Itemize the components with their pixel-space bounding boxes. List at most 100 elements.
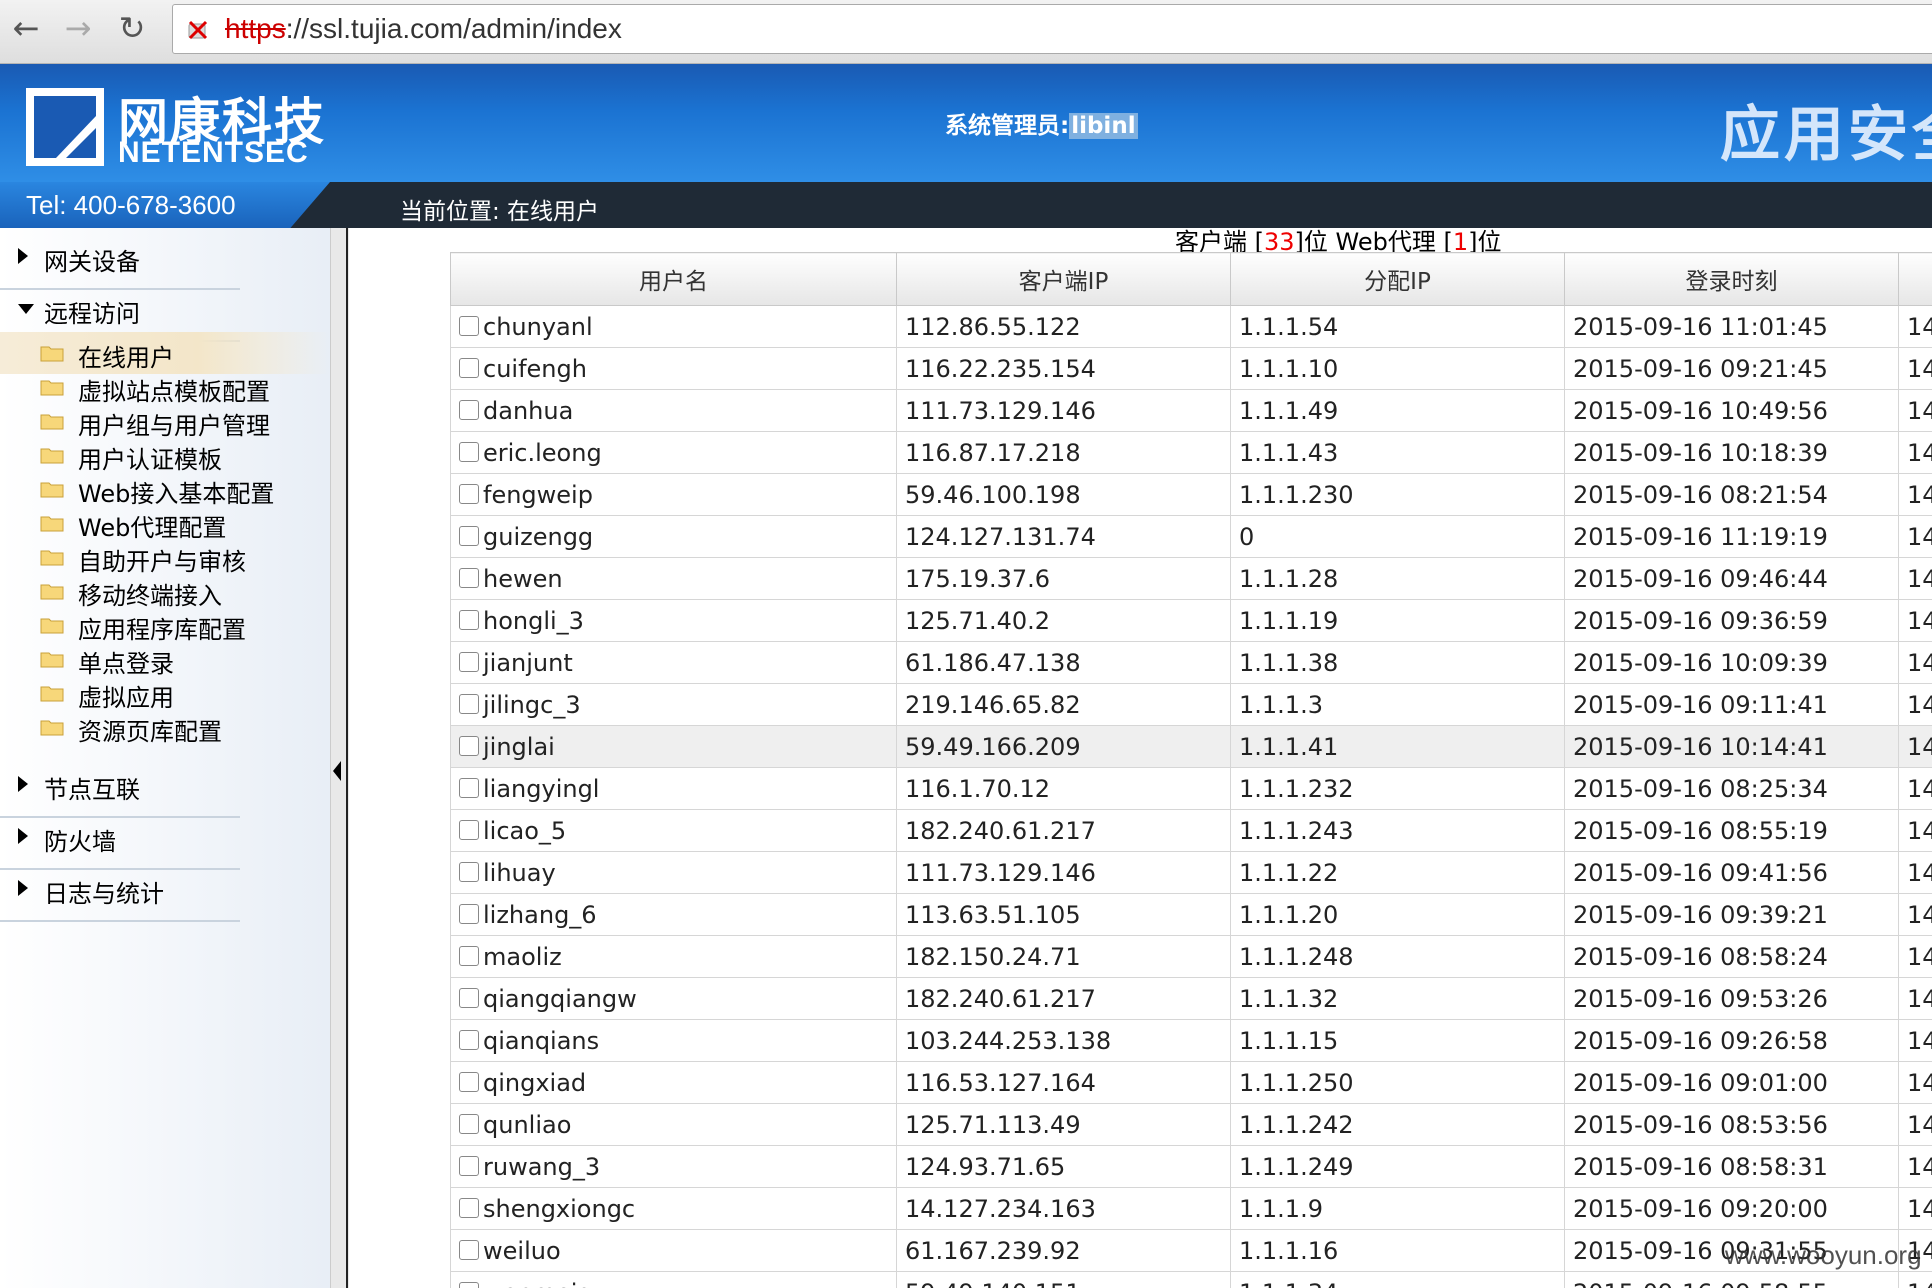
username-text: danhua [483, 396, 574, 425]
row-checkbox[interactable] [459, 609, 479, 630]
cell-extra: 142 [1898, 851, 1932, 894]
cell-client-ip: 59.46.100.198 [896, 473, 1231, 516]
back-arrow-icon[interactable]: ← [6, 8, 46, 48]
row-checkbox[interactable] [459, 1029, 479, 1050]
column-header-login-time[interactable]: 登录时刻 [1564, 252, 1899, 306]
row-checkbox[interactable] [459, 903, 479, 924]
table-row[interactable]: weiluo 61.167.239.92 1.1.1.16 2015-09-16 09… [450, 1229, 1932, 1272]
cell-login-time: 2015-09-16 10:49:56 [1564, 389, 1899, 432]
cell-extra: 142 [1898, 1187, 1932, 1230]
forward-arrow-icon[interactable]: → [58, 8, 98, 48]
cell-username: jianjunt [450, 641, 897, 684]
table-row[interactable]: qingxiad 116.53.127.164 1.1.1.250 2015-09-1… [450, 1061, 1932, 1104]
cell-extra: 142 [1898, 305, 1932, 348]
cell-login-time: 2015-09-16 09:53:26 [1564, 977, 1899, 1020]
cell-client-ip: 112.86.55.122 [896, 305, 1231, 348]
table-row[interactable]: hongli_3 125.71.40.2 1.1.1.19 2015-09-16 09… [450, 599, 1932, 642]
table-row[interactable]: qiangqiangw 182.240.61.217 1.1.1.32 2015-09… [450, 977, 1932, 1020]
row-checkbox[interactable] [459, 1281, 479, 1288]
table-row[interactable]: cuifengh 116.22.235.154 1.1.1.10 2015-09-16… [450, 347, 1932, 390]
row-checkbox[interactable] [459, 735, 479, 756]
reload-icon[interactable]: ↻ [112, 8, 152, 48]
cell-client-ip: 116.87.17.218 [896, 431, 1231, 474]
table-row[interactable]: qianqians 103.244.253.138 1.1.1.15 2015-09-… [450, 1019, 1932, 1062]
table-row[interactable]: shengxiongc 14.127.234.163 1.1.1.9 2015-09-… [450, 1187, 1932, 1230]
row-checkbox[interactable] [459, 315, 479, 336]
cell-extra: 142 [1898, 473, 1932, 516]
row-checkbox[interactable] [459, 357, 479, 378]
row-checkbox[interactable] [459, 483, 479, 504]
table-row[interactable]: lihuay 111.73.129.146 1.1.1.22 2015-09-16 0… [450, 851, 1932, 894]
cell-assigned-ip: 1.1.1.242 [1230, 1103, 1565, 1146]
column-header-client-ip[interactable]: 客户端IP [896, 252, 1231, 306]
cell-extra: 142 [1898, 641, 1932, 684]
row-checkbox[interactable] [459, 651, 479, 672]
cell-login-time: 2015-09-16 09:01:00 [1564, 1061, 1899, 1104]
username-text: jilingc_3 [483, 690, 581, 719]
collapse-sidebar-icon[interactable] [332, 760, 342, 782]
table-row[interactable]: jilingc_3 219.146.65.82 1.1.1.3 2015-09-16 … [450, 683, 1932, 726]
cell-login-time: 2015-09-16 08:21:54 [1564, 473, 1899, 516]
cell-username: fengweip [450, 473, 897, 516]
cell-username: qunliao [450, 1103, 897, 1146]
column-header-assigned-ip[interactable]: 分配IP [1230, 252, 1565, 306]
username-text: eric.leong [483, 438, 602, 467]
cell-login-time: 2015-09-16 09:26:58 [1564, 1019, 1899, 1062]
folder-icon [40, 346, 64, 362]
row-checkbox[interactable] [459, 567, 479, 588]
cell-login-time: 2015-09-16 08:58:31 [1564, 1145, 1899, 1188]
row-checkbox[interactable] [459, 1113, 479, 1134]
table-row[interactable]: jinglai 59.49.166.209 1.1.1.41 2015-09-16 1… [450, 725, 1932, 768]
table-row[interactable]: jianjunt 61.186.47.138 1.1.1.38 2015-09-16 … [450, 641, 1932, 684]
address-bar[interactable]: https://ssl.tujia.com/admin/index [172, 4, 1932, 54]
table-row[interactable]: hewen 175.19.37.6 1.1.1.28 2015-09-16 09:46… [450, 557, 1932, 600]
row-checkbox[interactable] [459, 987, 479, 1008]
row-checkbox[interactable] [459, 399, 479, 420]
cell-client-ip: 116.53.127.164 [896, 1061, 1231, 1104]
table-row[interactable]: fengweip 59.46.100.198 1.1.1.230 2015-09-16… [450, 473, 1932, 516]
cell-assigned-ip: 1.1.1.32 [1230, 977, 1565, 1020]
table-row[interactable]: liangyingl 116.1.70.12 1.1.1.232 2015-09-16… [450, 767, 1932, 810]
row-checkbox[interactable] [459, 525, 479, 546]
table-row[interactable]: lizhang_6 113.63.51.105 1.1.1.20 2015-09-16… [450, 893, 1932, 936]
row-checkbox[interactable] [459, 441, 479, 462]
row-checkbox[interactable] [459, 945, 479, 966]
row-checkbox[interactable] [459, 777, 479, 798]
column-header-extra[interactable] [1898, 252, 1932, 306]
sidebar-group-logs-statistics[interactable]: 日志与统计 [0, 860, 240, 922]
folder-icon [40, 516, 64, 532]
username-text: wenmeiq [483, 1279, 593, 1288]
phone-number: Tel: 400-678-3600 [26, 190, 236, 220]
cell-assigned-ip: 1.1.1.22 [1230, 851, 1565, 894]
column-header-username[interactable]: 用户名 [450, 252, 897, 306]
table-row[interactable]: qunliao 125.71.113.49 1.1.1.242 2015-09-16 … [450, 1103, 1932, 1146]
table-row[interactable]: maoliz 182.150.24.71 1.1.1.248 2015-09-16 0… [450, 935, 1932, 978]
table-row[interactable]: danhua 111.73.129.146 1.1.1.49 2015-09-16 1… [450, 389, 1932, 432]
cell-username: shengxiongc [450, 1187, 897, 1230]
cell-assigned-ip: 1.1.1.38 [1230, 641, 1565, 684]
folder-icon [40, 686, 64, 702]
table-row[interactable]: guizengg 124.127.131.74 0 2015-09-16 11:19:… [450, 515, 1932, 558]
row-checkbox[interactable] [459, 693, 479, 714]
online-users-table-container[interactable]: 用户名 客户端IP 分配IP 登录时刻 chunyanl 112.86.55.12… [450, 252, 1932, 1288]
row-checkbox[interactable] [459, 861, 479, 882]
cell-client-ip: 59.49.140.151 [896, 1271, 1231, 1288]
table-row[interactable]: chunyanl 112.86.55.122 1.1.1.54 2015-09-16 … [450, 305, 1932, 348]
row-checkbox[interactable] [459, 1239, 479, 1260]
row-checkbox[interactable] [459, 1155, 479, 1176]
row-checkbox[interactable] [459, 1071, 479, 1092]
table-row[interactable]: licao_5 182.240.61.217 1.1.1.243 2015-09-16… [450, 809, 1932, 852]
breadcrumb: 当前位置: 在线用户 [400, 199, 600, 225]
username-text: qianqians [483, 1026, 600, 1055]
cell-assigned-ip: 1.1.1.243 [1230, 809, 1565, 852]
username-text: fengweip [483, 480, 593, 509]
table-row[interactable]: ruwang_3 124.93.71.65 1.1.1.249 2015-09-16 … [450, 1145, 1932, 1188]
table-row[interactable]: wenmeiq 59.49.140.1511.1.1.342015-09-16 0… [450, 1271, 1932, 1288]
cell-login-time: 2015-09-16 11:19:19 [1564, 515, 1899, 558]
table-row[interactable]: eric.leong 116.87.17.218 1.1.1.43 2015-09-1… [450, 431, 1932, 474]
row-checkbox[interactable] [459, 819, 479, 840]
sidebar-item-resource-page-library[interactable]: 资源页库配置 [0, 706, 330, 748]
cell-client-ip: 125.71.113.49 [896, 1103, 1231, 1146]
cell-login-time: 2015-09-16 08:53:56 [1564, 1103, 1899, 1146]
row-checkbox[interactable] [459, 1197, 479, 1218]
